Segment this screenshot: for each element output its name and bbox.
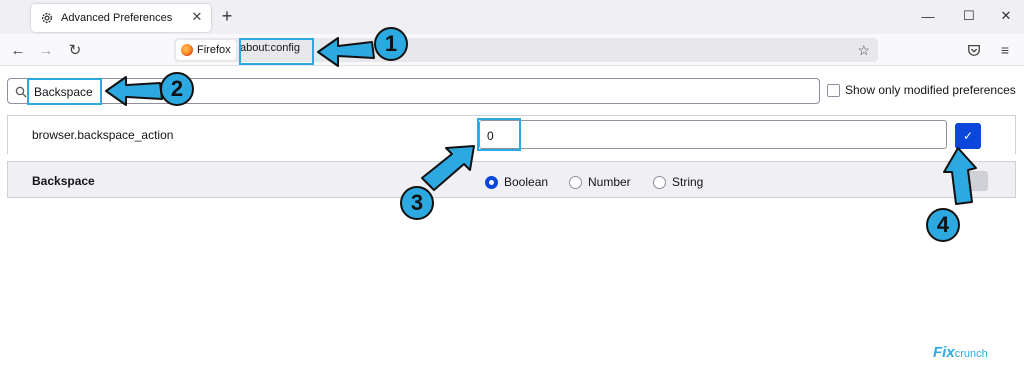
callout-badge-1: 1 xyxy=(374,27,408,61)
browser-window: Advanced Preferences ✕ + — ☐ ✕ ← → ↻ Fir… xyxy=(0,0,1024,389)
arrow-4 xyxy=(943,147,977,205)
callout-badge-3: 3 xyxy=(400,186,434,220)
arrow-1 xyxy=(317,37,375,67)
watermark-part2: crunch xyxy=(954,348,988,360)
arrow-3 xyxy=(421,145,475,191)
callout-badge-4: 4 xyxy=(926,208,960,242)
watermark-part1: Fix xyxy=(933,344,955,361)
callout-badge-2: 2 xyxy=(160,72,194,106)
callout-arrows xyxy=(105,37,977,205)
fixcrunch-watermark-logo: Fix crunch xyxy=(933,344,988,361)
arrow-2 xyxy=(105,76,163,106)
